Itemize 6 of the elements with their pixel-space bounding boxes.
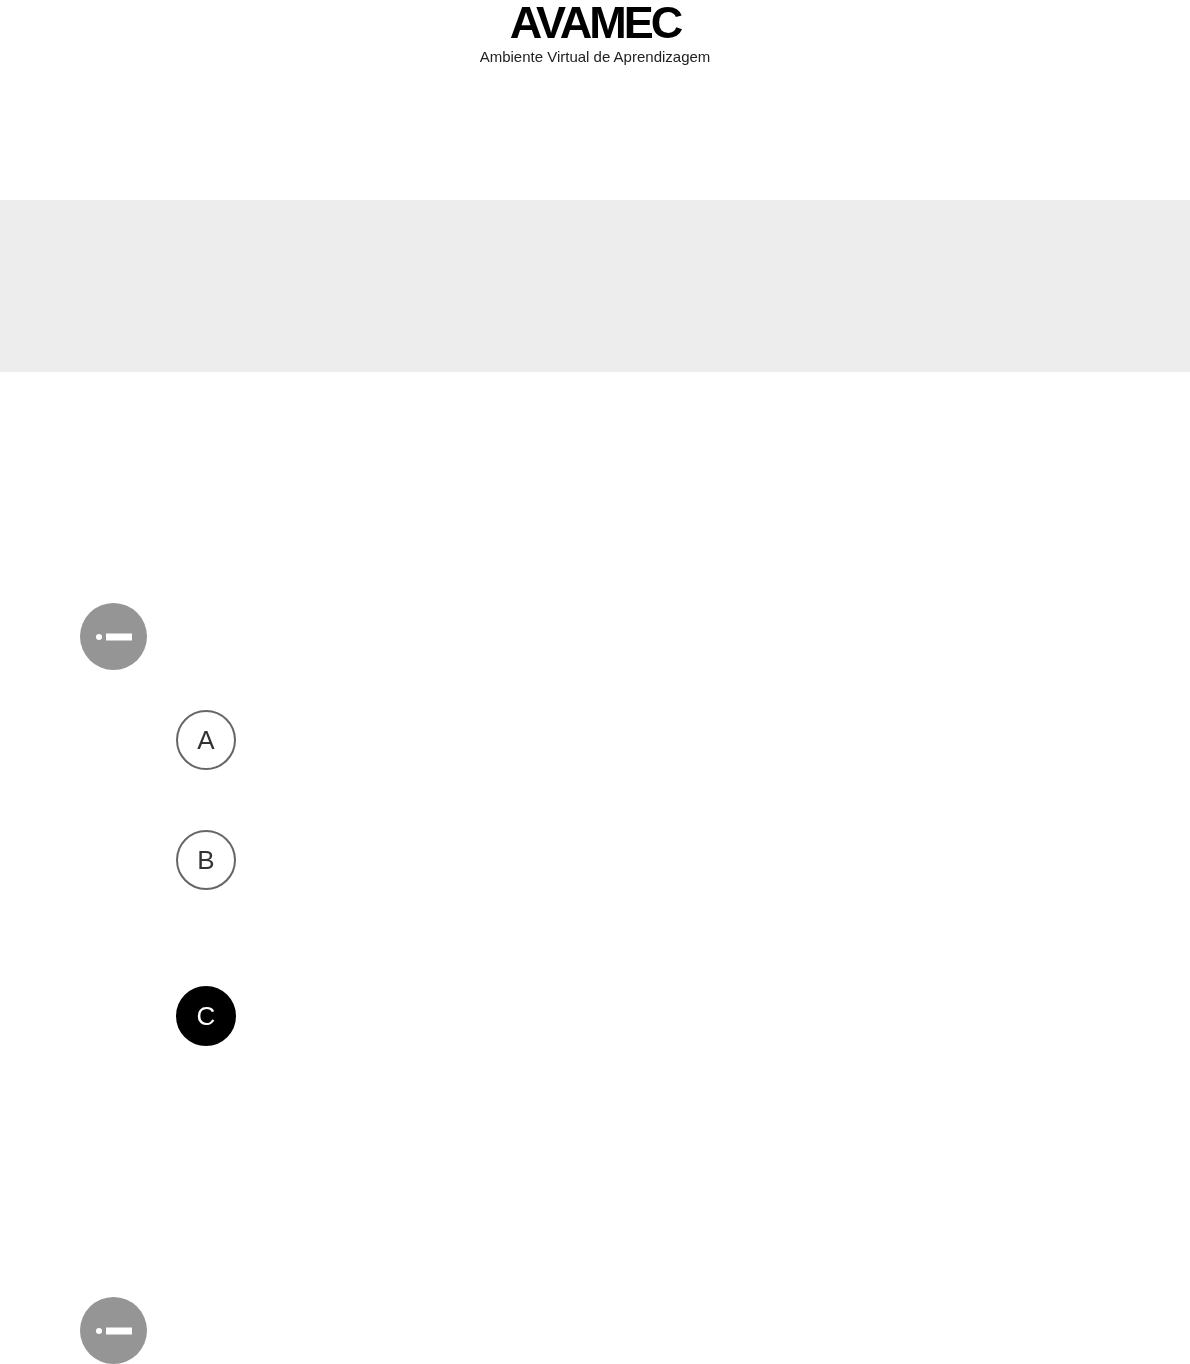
option-button[interactable]: C bbox=[176, 986, 236, 1046]
option-button[interactable]: A bbox=[176, 710, 236, 770]
option-button[interactable]: B bbox=[176, 830, 236, 890]
logo-wordmark: AVAMEC bbox=[509, 0, 681, 46]
question-icon bbox=[80, 603, 147, 670]
logo-subtitle: Ambiente Virtual de Aprendizagem bbox=[479, 48, 711, 66]
